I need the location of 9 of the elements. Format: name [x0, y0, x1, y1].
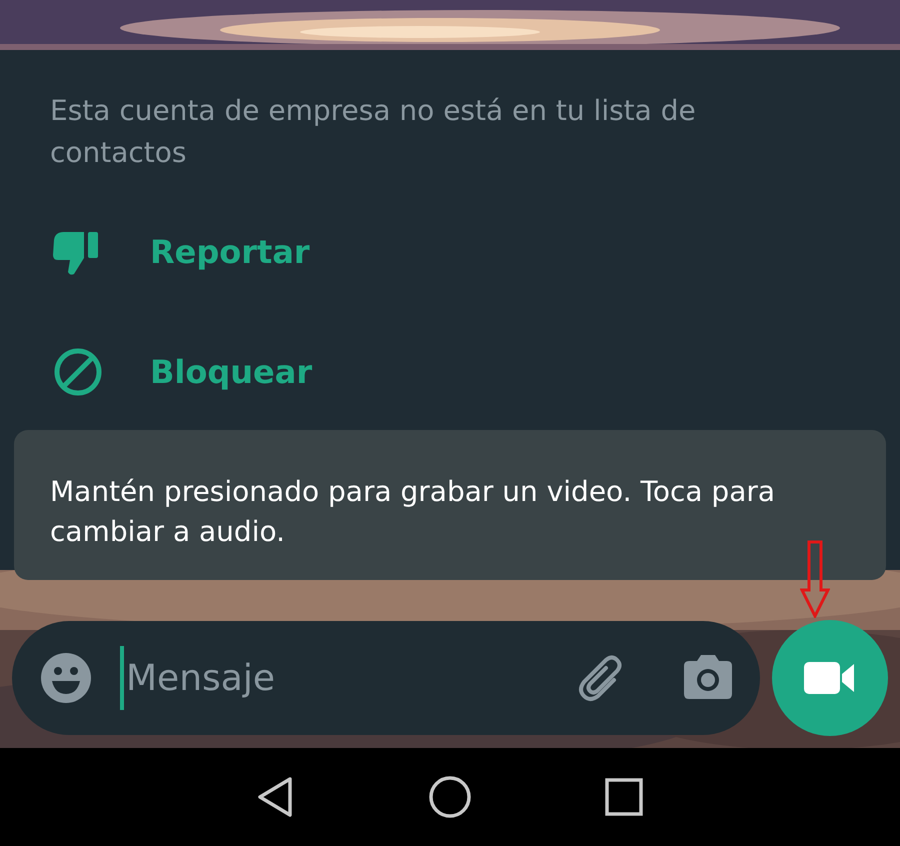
- video-camera-icon: [804, 660, 856, 696]
- message-field[interactable]: Mensaje: [124, 658, 574, 698]
- tooltip: Mantén presionado para grabar un video. Toca para cambiar a audio.: [14, 430, 886, 580]
- text-cursor: [120, 646, 124, 710]
- block-button[interactable]: Bloquear: [50, 342, 312, 402]
- home-icon[interactable]: [428, 775, 472, 819]
- report-button[interactable]: Reportar: [50, 222, 310, 282]
- notice-text: Esta cuenta de empresa no está en tu lista de contactos: [50, 93, 697, 171]
- smiley-icon[interactable]: [40, 652, 92, 704]
